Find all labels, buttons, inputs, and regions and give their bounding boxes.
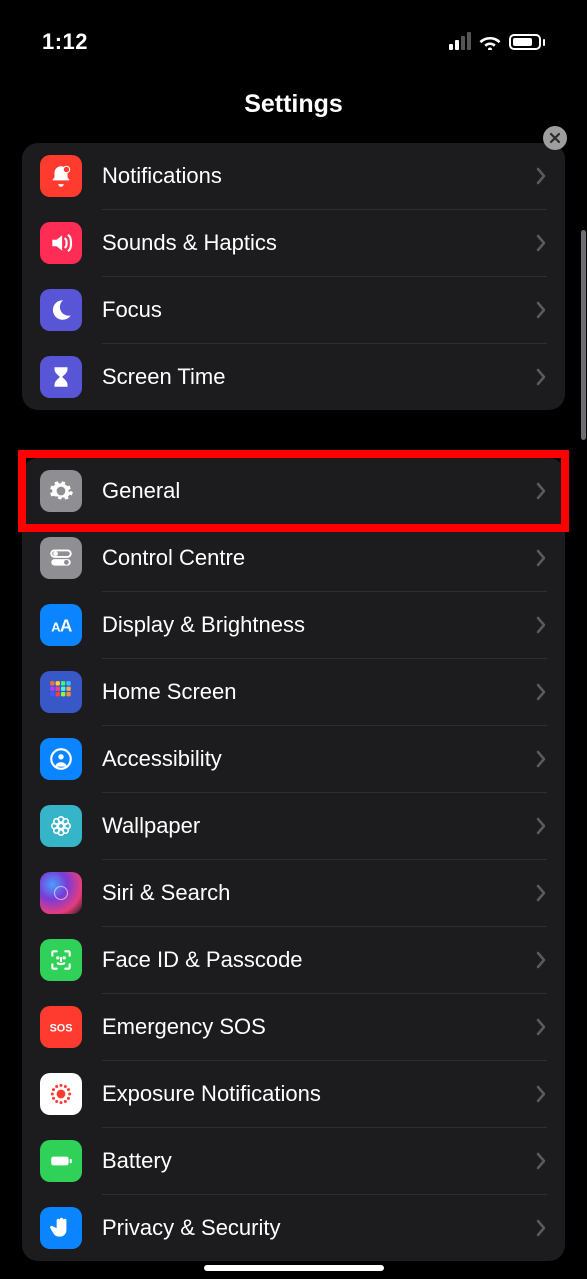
status-time: 1:12 [42, 29, 88, 55]
chevron-right-icon [535, 166, 547, 186]
battery-icon [40, 1140, 82, 1182]
settings-row-label: Notifications [102, 163, 535, 189]
chevron-right-icon [535, 1017, 547, 1037]
switches-icon [40, 537, 82, 579]
settings-row-label: Screen Time [102, 364, 535, 390]
wifi-icon [479, 34, 501, 50]
person-circle-icon [40, 738, 82, 780]
hourglass-icon [40, 356, 82, 398]
svg-text:SOS: SOS [50, 1022, 73, 1034]
settings-row-sounds[interactable]: Sounds & Haptics [22, 209, 565, 276]
faceid-icon [40, 939, 82, 981]
hand-icon [40, 1207, 82, 1249]
settings-row-label: Wallpaper [102, 813, 535, 839]
settings-row-general[interactable]: General [22, 458, 565, 524]
settings-row-exposure[interactable]: Exposure Notifications [22, 1060, 565, 1127]
chevron-right-icon [535, 367, 547, 387]
settings-row-label: Sounds & Haptics [102, 230, 535, 256]
chevron-right-icon [535, 481, 547, 501]
status-bar: 1:12 [0, 0, 587, 72]
page-title: Settings [0, 72, 587, 143]
chevron-right-icon [535, 950, 547, 970]
settings-row-label: Accessibility [102, 746, 535, 772]
settings-row-label: Display & Brightness [102, 612, 535, 638]
settings-row-label: Home Screen [102, 679, 535, 705]
apps-grid-icon [40, 671, 82, 713]
settings-row-accessibility[interactable]: Accessibility [22, 725, 565, 792]
settings-row-privacy[interactable]: Privacy & Security [22, 1194, 565, 1261]
settings-row-label: Privacy & Security [102, 1215, 535, 1241]
chevron-right-icon [535, 300, 547, 320]
settings-row-label: Focus [102, 297, 535, 323]
settings-row-label: Emergency SOS [102, 1014, 535, 1040]
settings-row-screentime[interactable]: Screen Time [22, 343, 565, 410]
settings-row-wallpaper[interactable]: Wallpaper [22, 792, 565, 859]
moon-icon [40, 289, 82, 331]
settings-row-faceid[interactable]: Face ID & Passcode [22, 926, 565, 993]
exposure-icon [40, 1073, 82, 1115]
svg-text:A: A [60, 615, 73, 635]
status-indicators [449, 34, 545, 50]
chevron-right-icon [535, 749, 547, 769]
settings-row-focus[interactable]: Focus [22, 276, 565, 343]
chevron-right-icon [535, 883, 547, 903]
scroll-indicator [581, 230, 586, 440]
settings-row-label: Face ID & Passcode [102, 947, 535, 973]
cellular-signal-icon [449, 34, 471, 50]
settings-row-label: Siri & Search [102, 880, 535, 906]
chevron-right-icon [535, 615, 547, 635]
speaker-icon [40, 222, 82, 264]
settings-group: Notifications Sounds & Haptics Focus Screen… [22, 143, 565, 410]
settings-group: General Control Centre AA Display & Brightn… [22, 458, 565, 1261]
settings-row-label: Exposure Notifications [102, 1081, 535, 1107]
flower-icon [40, 805, 82, 847]
bell-badge-icon [40, 155, 82, 197]
chevron-right-icon [535, 1084, 547, 1104]
chevron-right-icon [535, 1151, 547, 1171]
chevron-right-icon [535, 233, 547, 253]
aa-icon: AA [40, 604, 82, 646]
siri-icon [40, 872, 82, 914]
settings-row-label: Battery [102, 1148, 535, 1174]
settings-row-controlcentre[interactable]: Control Centre [22, 524, 565, 591]
settings-row-sos[interactable]: SOS Emergency SOS [22, 993, 565, 1060]
settings-row-label: General [102, 478, 535, 504]
settings-row-battery[interactable]: Battery [22, 1127, 565, 1194]
settings-row-notifications[interactable]: Notifications [22, 143, 565, 209]
sos-icon: SOS [40, 1006, 82, 1048]
gear-icon [40, 470, 82, 512]
chevron-right-icon [535, 1218, 547, 1238]
settings-row-siri[interactable]: Siri & Search [22, 859, 565, 926]
chevron-right-icon [535, 816, 547, 836]
chevron-right-icon [535, 682, 547, 702]
chevron-right-icon [535, 548, 547, 568]
home-indicator[interactable] [204, 1265, 384, 1271]
settings-row-label: Control Centre [102, 545, 535, 571]
battery-icon [509, 34, 545, 50]
settings-row-homescreen[interactable]: Home Screen [22, 658, 565, 725]
settings-row-display[interactable]: AA Display & Brightness [22, 591, 565, 658]
